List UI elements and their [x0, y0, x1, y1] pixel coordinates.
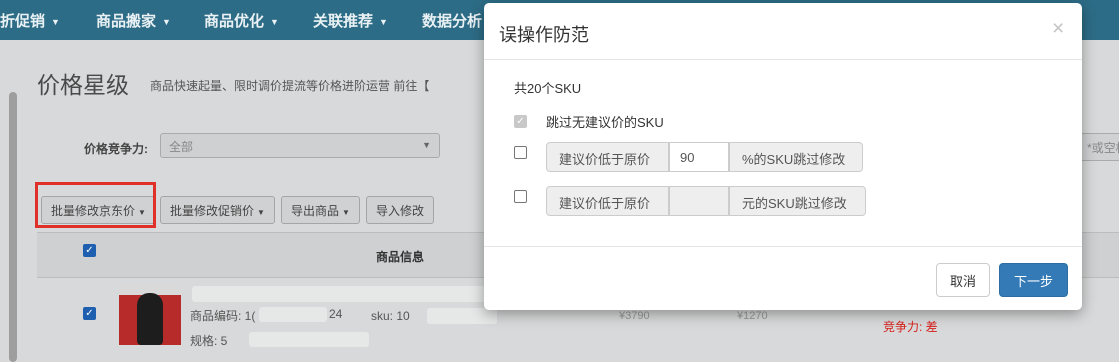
nav-item-label: 商品搬家 [96, 13, 157, 30]
modal-header: 误操作防范 × [484, 3, 1082, 60]
nav-item-label: 关联推荐 [313, 13, 374, 30]
blurred-sku [427, 308, 497, 324]
page-description: 商品快速起量、限时调价提流等价格进阶运营 前往【 [150, 79, 430, 93]
modal-footer: 取消 下一步 [484, 246, 1082, 310]
mistake-prevention-dialog: 误操作防范 × 共20个SKU ✓ 跳过无建议价的SKU 建议价低于原价 %的S… [484, 3, 1082, 310]
page-title: 价格星级 [37, 72, 129, 98]
sku-count: 共20个SKU [514, 81, 582, 96]
amount-prefix-addon: 建议价低于原价 [546, 186, 669, 216]
caret-down-icon: ▼ [51, 17, 60, 28]
nav-item-promotion[interactable]: 折促销 ▼ [0, 10, 60, 31]
select-all-checkbox[interactable]: ✓ [83, 244, 96, 257]
amount-suffix-addon: 元的SKU跳过修改 [729, 186, 866, 216]
percent-threshold-checkbox[interactable] [514, 146, 527, 159]
cancel-button[interactable]: 取消 [936, 263, 990, 297]
caret-down-icon: ▼ [162, 17, 171, 28]
percent-threshold-input[interactable] [669, 142, 729, 172]
row-checkbox[interactable]: ✓ [83, 307, 96, 320]
amount-threshold-checkbox[interactable] [514, 190, 527, 203]
import-changes-button[interactable]: 导入修改 [366, 196, 435, 224]
product-thumbnail [119, 285, 181, 345]
nav-item-label: 折促销 [0, 13, 46, 30]
nav-item-data-analysis[interactable]: 数据分析 [422, 10, 482, 31]
nav-item-label: 商品优化 [204, 13, 265, 30]
blurred-product-code [259, 307, 327, 322]
blurred-spec [249, 332, 369, 347]
nav-item-related-recommend[interactable]: 关联推荐 ▼ [313, 10, 388, 31]
caret-down-icon: ▼ [342, 208, 350, 217]
skip-no-price-checkbox[interactable]: ✓ [514, 115, 527, 128]
skip-no-price-label: 跳过无建议价的SKU [546, 115, 664, 130]
page-scrollbar[interactable] [9, 92, 17, 362]
export-products-button[interactable]: 导出商品 ▼ [281, 196, 360, 224]
amount-threshold-option: 建议价低于原价 元的SKU跳过修改 [514, 186, 1074, 216]
percent-prefix-addon: 建议价低于原价 [546, 142, 669, 172]
button-label: 导入修改 [376, 204, 425, 218]
close-icon[interactable]: × [1052, 18, 1064, 39]
price-original: ¥3790 [619, 310, 650, 322]
price-competitiveness-select[interactable]: 全部 ▼ [160, 133, 440, 158]
search-input[interactable]: *或空格 [1080, 133, 1119, 161]
product-sku: sku: 10 [371, 309, 410, 323]
nav-item-product-optimize[interactable]: 商品优化 ▼ [204, 10, 279, 31]
product-code-tail: 24 [329, 307, 343, 321]
percent-suffix-addon: %的SKU跳过修改 [729, 142, 863, 172]
skip-no-price-option: ✓ 跳过无建议价的SKU [514, 108, 1074, 138]
blurred-product-title [192, 286, 492, 302]
caret-down-icon: ▼ [270, 17, 279, 28]
price-competitiveness-label: 价格竞争力: [84, 142, 148, 156]
percent-threshold-option: 建议价低于原价 %的SKU跳过修改 [514, 142, 1074, 172]
price-suggested: ¥1270 [737, 310, 768, 322]
annotation-highlight-box [35, 182, 156, 228]
product-spec: 规格: 5 [190, 334, 228, 348]
caret-down-icon: ▼ [257, 208, 265, 217]
button-label: 批量修改促销价 [170, 204, 255, 218]
product-info-column-header: 商品信息 [376, 250, 425, 264]
thumbnail-model [137, 293, 163, 345]
button-label: 导出商品 [291, 204, 340, 218]
modal-title: 误操作防范 [499, 25, 589, 45]
batch-edit-promo-price-button[interactable]: 批量修改促销价 ▼ [160, 196, 275, 224]
nav-item-product-move[interactable]: 商品搬家 ▼ [96, 10, 171, 31]
caret-down-icon: ▼ [379, 17, 388, 28]
nav-item-label: 数据分析 [422, 13, 483, 30]
select-value: 全部 [169, 140, 194, 154]
amount-threshold-input[interactable] [669, 186, 729, 216]
chevron-down-icon: ▼ [422, 140, 431, 150]
next-step-button[interactable]: 下一步 [999, 263, 1068, 297]
competitiveness-status: 竞争力: 差 [883, 320, 938, 334]
product-code: 商品编码: 1( [190, 309, 256, 323]
